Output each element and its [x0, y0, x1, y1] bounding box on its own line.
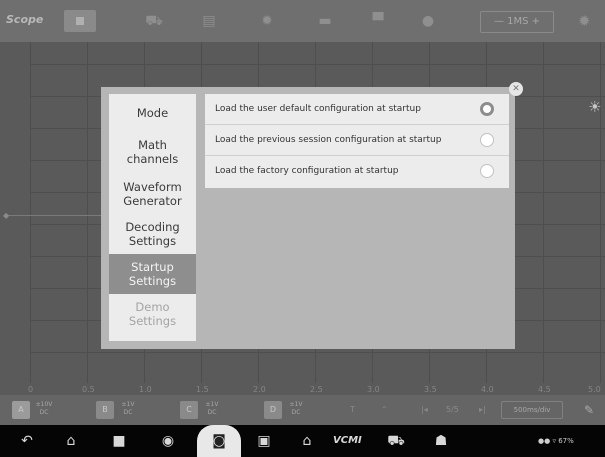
grid-line	[30, 352, 605, 353]
trigger-icon[interactable]: T	[350, 405, 355, 414]
x-tick-label: 2.5	[310, 385, 323, 394]
channel-a-range[interactable]: ±10V DC	[33, 401, 55, 417]
time-per-div-control[interactable]: 500ms/div	[501, 401, 563, 419]
radio-button[interactable]	[480, 102, 494, 116]
channel-a-button[interactable]: A	[12, 401, 30, 419]
close-icon[interactable]: ✕	[509, 82, 523, 96]
diagnostics-icon[interactable]: ◉	[157, 432, 179, 450]
x-tick-label: 1.5	[196, 385, 209, 394]
x-tick-label: 3.5	[424, 385, 437, 394]
channel-d-voltage: ±1V	[289, 401, 303, 408]
x-tick-label: 1.0	[139, 385, 152, 394]
menu-item-decoding-settings[interactable]: Decoding Settings	[109, 220, 196, 248]
screen-mirror-icon[interactable]: ▣	[253, 432, 275, 450]
trigger-marker-icon[interactable]: ◆	[3, 211, 9, 220]
camera-icon: ◙	[212, 433, 226, 449]
waveform-trace	[8, 215, 106, 216]
status-indicators: ●● ▿ 67%	[538, 437, 574, 445]
page-indicator: 5/5	[446, 405, 459, 414]
app-logo: Scope	[6, 13, 44, 26]
radio-button[interactable]	[480, 164, 494, 178]
x-tick-label: 2.0	[253, 385, 266, 394]
channel-c-coupling: DC	[207, 409, 217, 416]
option-label: Load the factory configuration at startu…	[215, 166, 399, 176]
menu-item-mode[interactable]: Mode	[109, 106, 196, 120]
x-tick-label: 0.5	[82, 385, 95, 394]
option-label: Load the user default configuration at s…	[215, 104, 421, 114]
channel-c-button[interactable]: C	[180, 401, 198, 419]
grid-line	[543, 42, 544, 383]
channel-b-coupling: DC	[123, 409, 133, 416]
grid-line	[30, 42, 31, 383]
car-shortcut-icon[interactable]: ⛟	[385, 432, 407, 450]
channel-d-button[interactable]: D	[264, 401, 282, 419]
recents-icon[interactable]: ■	[108, 432, 130, 450]
channel-d-coupling: DC	[291, 409, 301, 416]
system-nav-bar: ↶ ⌂ ■ ◉ ▣ ⌂ VCMI ⛟ ☗ ●● ▿ 67%	[0, 425, 605, 457]
first-page-icon[interactable]: |◂	[421, 405, 428, 414]
grid-line	[600, 42, 601, 383]
pen-icon[interactable]: ✎	[584, 403, 594, 417]
menu-item-demo-settings[interactable]: Demo Settings	[109, 300, 196, 328]
x-tick-label: 4.0	[481, 385, 494, 394]
users-icon[interactable]: ☗	[430, 432, 452, 450]
gear-icon[interactable]: ✹	[258, 12, 276, 30]
help-icon[interactable]: ●	[419, 12, 437, 30]
startup-options: Load the user default configuration at s…	[205, 94, 509, 188]
grid-line	[87, 42, 88, 383]
channel-c-range[interactable]: ±1V DC	[201, 401, 223, 417]
report-icon[interactable]: ▤	[200, 12, 218, 30]
brightness-icon[interactable]: ☀	[588, 98, 601, 116]
top-toolbar: Scope ⛟ ▤ ✹ ▬ ▀ ● — 1MS + ✹	[0, 0, 605, 42]
back-icon[interactable]: ↶	[16, 432, 38, 450]
timebase-control[interactable]: — 1MS +	[480, 11, 554, 33]
home-icon[interactable]: ⌂	[60, 432, 82, 450]
camera-button[interactable]: ◙	[197, 425, 241, 457]
channel-a-voltage: ±10V	[35, 401, 53, 408]
option-previous-session[interactable]: Load the previous session configuration …	[205, 125, 509, 156]
next-page-icon[interactable]: ▸|	[479, 405, 486, 414]
channel-bar: A ±10V DC B ±1V DC C ±1V DC D ±1V DC T ⌃ |◂ …	[0, 395, 605, 425]
grid-line	[30, 64, 605, 65]
channel-b-range[interactable]: ±1V DC	[117, 401, 139, 417]
x-tick-label: 3.0	[367, 385, 380, 394]
option-label: Load the previous session configuration …	[215, 135, 442, 145]
menu-item-waveform-generator[interactable]: Waveform Generator	[109, 180, 196, 208]
vcmi-icon[interactable]: VCMI	[333, 435, 362, 446]
menu-item-math-channels[interactable]: Math channels	[109, 138, 196, 166]
rising-edge-icon[interactable]: ⌃	[381, 405, 388, 414]
channel-c-voltage: ±1V	[205, 401, 219, 408]
stop-button[interactable]	[64, 10, 96, 32]
option-factory[interactable]: Load the factory configuration at startu…	[205, 156, 509, 187]
save-icon[interactable]: ▬	[316, 12, 334, 30]
radio-button[interactable]	[480, 133, 494, 147]
channel-b-button[interactable]: B	[96, 401, 114, 419]
x-tick-label: 5.0	[588, 385, 601, 394]
menu-item-startup-settings[interactable]: Startup Settings	[109, 254, 196, 294]
settings-menu: Mode Math channels Waveform Generator De…	[109, 94, 196, 341]
battery-level: 67%	[558, 437, 574, 445]
x-tick-label: 4.5	[538, 385, 551, 394]
settings-icon[interactable]: ✹	[578, 12, 591, 30]
folder-icon[interactable]: ▀	[369, 12, 387, 30]
menu-item-startup-settings-label: Startup Settings	[128, 260, 177, 288]
option-user-default[interactable]: Load the user default configuration at s…	[205, 94, 509, 125]
car-icon[interactable]: ⛟	[145, 12, 163, 30]
channel-a-coupling: DC	[39, 409, 49, 416]
x-tick-label: 0	[28, 385, 34, 394]
channel-b-voltage: ±1V	[121, 401, 135, 408]
channel-d-range[interactable]: ±1V DC	[285, 401, 307, 417]
home-menu-icon[interactable]: ⌂	[296, 432, 318, 450]
